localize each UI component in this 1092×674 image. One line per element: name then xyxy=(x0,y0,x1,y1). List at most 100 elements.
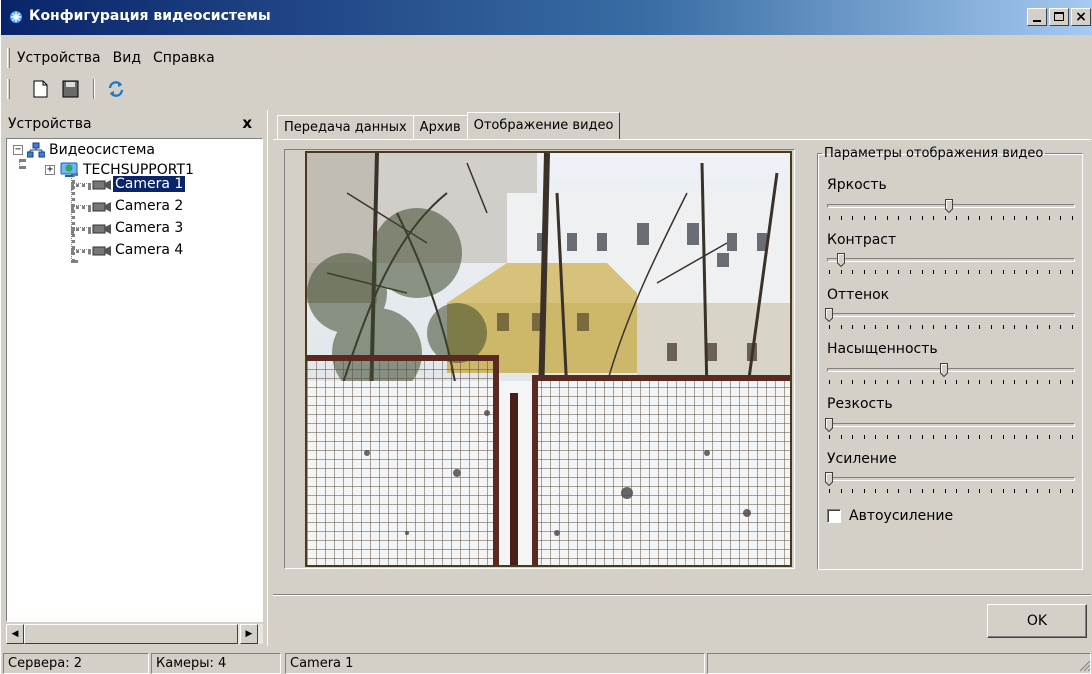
snowflake-icon[interactable] xyxy=(9,10,23,24)
ok-button[interactable]: OK xyxy=(987,604,1087,638)
tab-strip: Передача данных Архив Отображение видео xyxy=(277,112,621,140)
devices-tree[interactable]: − Видеосистема + TECHSUPPORT1 Camera 1 C… xyxy=(6,138,263,622)
close-icon: × xyxy=(1075,9,1087,25)
auto-gain-row[interactable]: Автоусиление xyxy=(827,508,953,524)
video-params-title: Параметры отображения видео xyxy=(824,146,1044,161)
save-icon[interactable] xyxy=(59,78,81,100)
close-panel-button[interactable]: x xyxy=(242,114,252,132)
slider-track[interactable] xyxy=(827,258,1075,262)
toolbar xyxy=(1,76,1092,102)
server-icon xyxy=(60,162,78,177)
gain-slider[interactable] xyxy=(825,472,1077,494)
camera-icon xyxy=(92,246,111,256)
scroll-right-button[interactable]: ▶ xyxy=(240,624,258,644)
slider-thumb[interactable] xyxy=(825,472,833,486)
slider-ticks xyxy=(829,270,1073,274)
slider-thumb[interactable] xyxy=(837,253,845,267)
camera-2-label: Camera 2 xyxy=(115,198,184,214)
tree-node-camera-4[interactable]: Camera 4 xyxy=(91,240,185,260)
tree-node-root[interactable]: − Видеосистема xyxy=(13,140,155,160)
devices-panel-header: Устройства x xyxy=(5,110,262,138)
devices-panel-title: Устройства xyxy=(8,116,92,132)
hue-label: Оттенок xyxy=(827,287,890,303)
camera-icon xyxy=(92,202,111,212)
status-extra xyxy=(707,653,1091,674)
slider-thumb[interactable] xyxy=(945,199,953,213)
video-image xyxy=(307,153,790,565)
brightness-label: Яркость xyxy=(827,177,887,193)
tree-line xyxy=(19,159,23,169)
tree-line xyxy=(71,227,91,231)
tree-line xyxy=(71,249,91,253)
slider-track[interactable] xyxy=(827,368,1075,372)
auto-gain-label: Автоусиление xyxy=(849,508,954,524)
saturation-slider[interactable] xyxy=(825,363,1077,385)
main-window: Конфигурация видеосистемы × Устройства В… xyxy=(0,0,1092,674)
auto-gain-checkbox[interactable] xyxy=(827,509,841,523)
devices-panel: Устройства x − Видеосистема + TECHSUPPOR… xyxy=(5,110,263,646)
bottom-separator xyxy=(273,594,1091,596)
collapse-icon[interactable]: − xyxy=(13,145,23,155)
slider-track[interactable] xyxy=(827,423,1075,427)
gain-label: Усиление xyxy=(827,451,897,467)
menu-view[interactable]: Вид xyxy=(107,50,147,66)
scroll-thumb[interactable] xyxy=(24,624,238,644)
slider-ticks xyxy=(829,489,1073,493)
maximize-button[interactable] xyxy=(1049,8,1069,26)
tree-node-camera-3[interactable]: Camera 3 xyxy=(91,218,185,238)
status-cameras: Камеры: 4 xyxy=(151,653,281,674)
resize-grip-icon[interactable] xyxy=(1077,658,1091,672)
status-selected-camera: Camera 1 xyxy=(285,653,705,674)
refresh-icon[interactable] xyxy=(105,78,127,100)
slider-ticks xyxy=(829,325,1073,329)
menu-bar: Устройства Вид Справка xyxy=(1,45,1092,71)
contrast-label: Контраст xyxy=(827,232,897,248)
scroll-left-button[interactable]: ◀ xyxy=(6,624,24,644)
slider-track[interactable] xyxy=(827,477,1075,481)
camera-1-label: Camera 1 xyxy=(111,175,187,193)
status-servers: Сервера: 2 xyxy=(3,653,149,674)
camera-3-label: Camera 3 xyxy=(115,220,184,236)
slider-thumb[interactable] xyxy=(940,363,948,377)
tab-video-display[interactable]: Отображение видео xyxy=(466,112,621,140)
saturation-label: Насыщенность xyxy=(827,341,938,357)
slider-ticks xyxy=(829,380,1073,384)
camera-4-label: Camera 4 xyxy=(115,242,184,258)
window-title: Конфигурация видеосистемы xyxy=(29,8,271,24)
slider-track[interactable] xyxy=(827,313,1075,317)
tab-archive[interactable]: Архив xyxy=(412,115,468,140)
slider-thumb[interactable] xyxy=(825,308,833,322)
brightness-slider[interactable] xyxy=(825,199,1077,221)
expand-icon[interactable]: + xyxy=(45,165,55,175)
menu-grip[interactable] xyxy=(7,48,10,68)
hue-slider[interactable] xyxy=(825,308,1077,330)
menu-devices[interactable]: Устройства xyxy=(11,50,107,66)
tree-line xyxy=(71,205,91,209)
video-preview xyxy=(305,151,792,567)
menu-help[interactable]: Справка xyxy=(147,50,221,66)
slider-ticks xyxy=(829,435,1073,439)
toolbar-grip[interactable] xyxy=(7,79,10,99)
horizontal-scrollbar[interactable]: ◀ ▶ xyxy=(6,624,263,644)
tab-data-transfer[interactable]: Передача данных xyxy=(277,115,414,140)
minimize-icon xyxy=(1033,20,1041,22)
camera-icon xyxy=(92,224,111,234)
tree-node-camera-1[interactable]: Camera 1 xyxy=(91,174,187,194)
slider-thumb[interactable] xyxy=(825,418,833,432)
tree-node-camera-2[interactable]: Camera 2 xyxy=(91,196,185,216)
sharpness-label: Резкость xyxy=(827,396,893,412)
close-window-button[interactable]: × xyxy=(1071,8,1091,26)
toolbar-separator xyxy=(93,79,95,99)
slider-ticks xyxy=(829,216,1073,220)
tree-line xyxy=(71,183,91,187)
maximize-icon xyxy=(1054,12,1064,21)
panel-splitter[interactable] xyxy=(267,110,269,646)
contrast-slider[interactable] xyxy=(825,253,1077,275)
minimize-button[interactable] xyxy=(1027,8,1047,26)
sharpness-slider[interactable] xyxy=(825,418,1077,440)
camera-icon xyxy=(92,180,111,190)
new-document-icon[interactable] xyxy=(29,78,51,100)
title-bar[interactable]: Конфигурация видеосистемы × xyxy=(1,0,1092,35)
status-bar: Сервера: 2 Камеры: 4 Camera 1 xyxy=(1,652,1092,674)
tree-root-label: Видеосистема xyxy=(49,142,155,158)
